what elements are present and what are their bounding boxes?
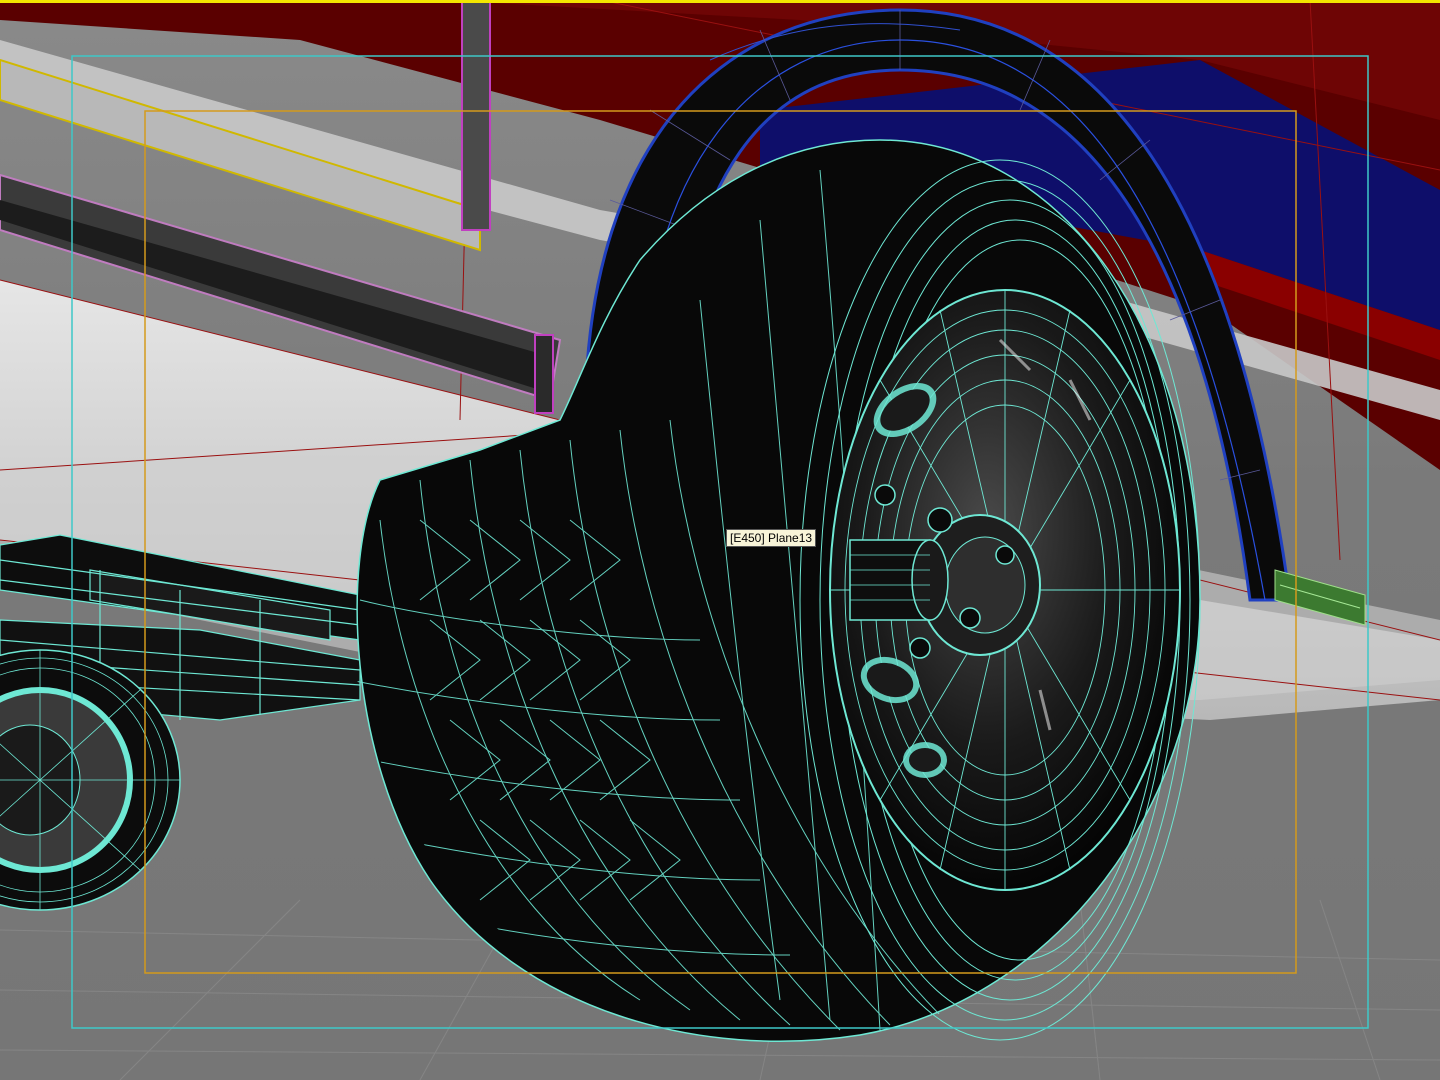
fender-edge bbox=[534, 334, 554, 414]
active-viewport-border bbox=[0, 0, 1440, 3]
perspective-viewport[interactable]: [E450] Plane13 bbox=[0, 0, 1440, 1080]
object-name-tooltip: [E450] Plane13 bbox=[726, 529, 817, 547]
scene-render bbox=[0, 0, 1440, 1080]
